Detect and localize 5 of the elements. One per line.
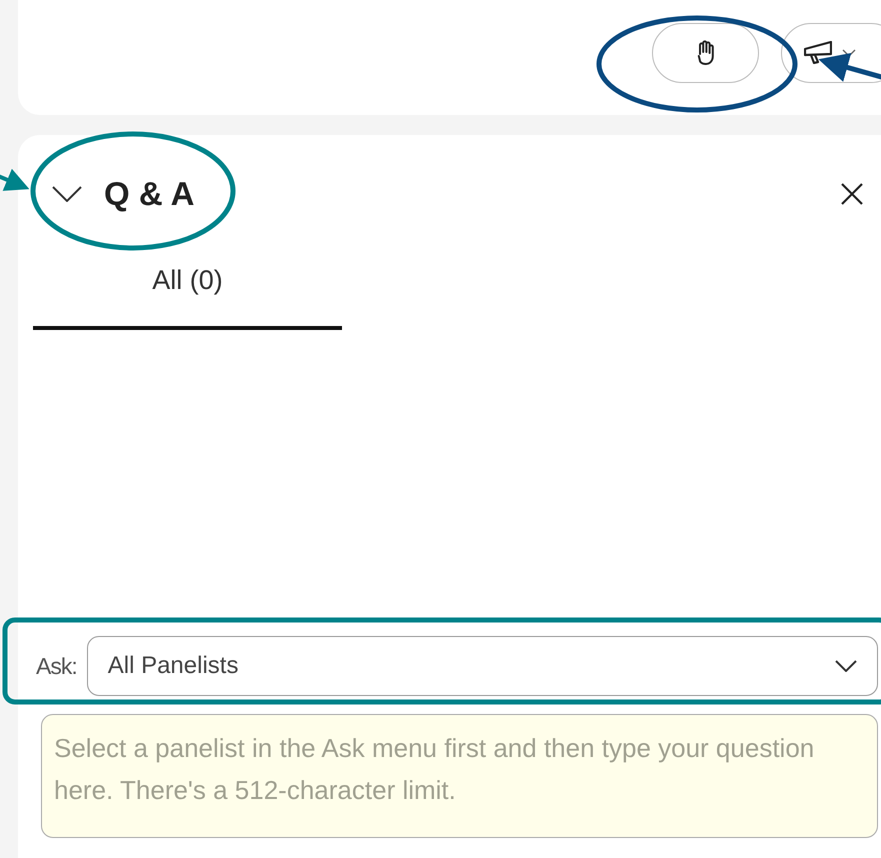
panel-title: Q & A xyxy=(104,175,194,213)
question-field[interactable]: Select a panelist in the Ask menu first and then type your question here. There's a 512-character limit. xyxy=(41,714,878,838)
tab[interactable]: All (0) xyxy=(33,253,342,330)
ask-label: Ask: xyxy=(36,652,77,680)
recipient-dropdown[interactable]: All Panelists xyxy=(86,636,878,696)
